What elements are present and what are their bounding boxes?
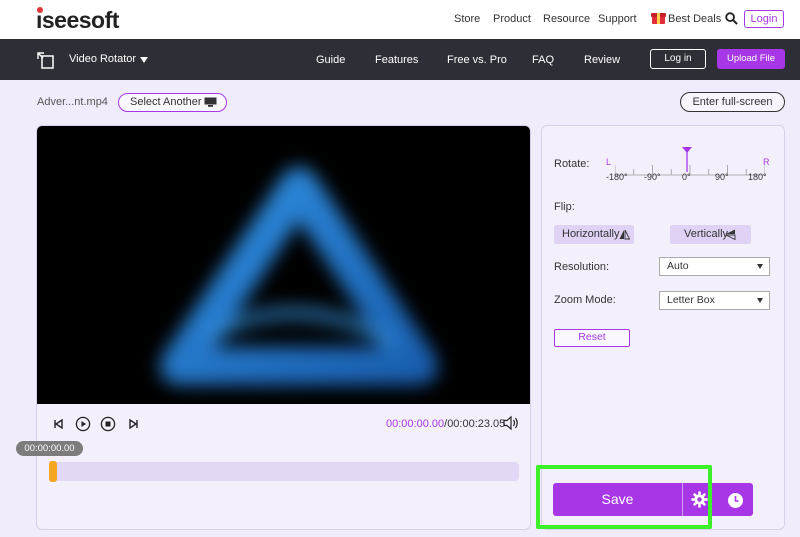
nav-product-link[interactable]: Product: [493, 13, 531, 25]
playhead-time-bubble: 00:00:00.00: [16, 441, 83, 456]
previous-frame-icon[interactable]: [51, 416, 67, 432]
flip-label: Flip:: [554, 201, 575, 213]
rotate-tick-minus180: -180°: [606, 172, 628, 182]
resolution-select[interactable]: Auto: [659, 257, 770, 276]
clock-icon: [728, 493, 743, 508]
resolution-label: Resolution:: [554, 261, 610, 273]
zoom-mode-value: Letter Box: [667, 294, 715, 306]
flip-horizontal-button[interactable]: Horizontally: [554, 225, 634, 244]
nav-support-link[interactable]: Support: [598, 13, 637, 25]
timeline-handle[interactable]: [49, 461, 57, 482]
chevron-down-icon: [757, 298, 763, 303]
best-deals-link[interactable]: Best Deals: [668, 13, 721, 25]
nav-features-link[interactable]: Features: [375, 54, 418, 66]
aiseesoft-logo[interactable]: ıaiseesoftseesoft: [36, 7, 119, 34]
nav-free-vs-pro-link[interactable]: Free vs. Pro: [447, 54, 507, 66]
chevron-down-icon: [757, 264, 763, 269]
volume-icon[interactable]: [502, 415, 520, 431]
rotate-tick-180: 180°: [748, 172, 767, 182]
nav-resource-link[interactable]: Resource: [543, 13, 590, 25]
nav-guide-link[interactable]: Guide: [316, 54, 345, 66]
nav-store-link[interactable]: Store: [454, 13, 480, 25]
enter-fullscreen-button[interactable]: Enter full-screen: [680, 92, 785, 112]
login-button[interactable]: Login: [744, 10, 784, 28]
resolution-value: Auto: [667, 260, 689, 272]
settings-panel: Rotate: L R -180° -90° 0° 90° 180° Flip:…: [536, 125, 785, 530]
history-button[interactable]: [719, 485, 752, 516]
rotate-tick-minus90: -90°: [644, 172, 661, 182]
flip-vertical-label: Vertically: [684, 228, 729, 240]
file-name: Adver...nt.mp4: [37, 96, 108, 108]
current-time: 00:00:00.00: [386, 418, 445, 430]
upload-file-button[interactable]: Upload File: [717, 49, 785, 69]
tool-dropdown-icon[interactable]: [140, 57, 148, 63]
timeline-track[interactable]: [49, 462, 519, 481]
gift-icon: [651, 11, 666, 24]
rotate-tool-icon: [37, 52, 54, 69]
flip-horizontal-label: Horizontally: [562, 228, 620, 240]
top-navigation: ıaiseesoftseesoft Store Product Resource…: [0, 0, 800, 39]
toolbar-login-button[interactable]: Log in: [650, 49, 706, 69]
next-frame-icon[interactable]: [125, 416, 141, 432]
reset-button[interactable]: Reset: [554, 329, 630, 347]
flip-vertical-icon: [725, 229, 736, 240]
rotate-tick-0: 0°: [682, 172, 691, 182]
timecode: 00:00:00.00/00:00:23.05: [386, 418, 505, 430]
rotate-label: Rotate:: [554, 158, 590, 170]
search-icon[interactable]: [725, 12, 738, 25]
player-panel: 00:00:00.00/00:00:23.05 00:00:00.00: [16, 125, 531, 530]
video-preview[interactable]: [37, 126, 530, 404]
tool-name[interactable]: Video Rotator: [69, 53, 136, 65]
rotate-tick-90: 90°: [715, 172, 729, 182]
tool-bar: Video Rotator Guide Features Free vs. Pr…: [0, 39, 800, 80]
rotate-left-label: L: [606, 157, 612, 167]
total-time: 00:00:23.05: [447, 418, 506, 430]
play-icon[interactable]: [75, 416, 91, 432]
video-frame-image: [160, 167, 438, 385]
flip-vertical-button[interactable]: Vertically: [670, 225, 751, 244]
zoom-mode-label: Zoom Mode:: [554, 294, 616, 306]
zoom-mode-select[interactable]: Letter Box: [659, 291, 770, 310]
flip-horizontal-icon: [619, 229, 630, 240]
save-highlight-box: [536, 465, 712, 529]
monitor-icon: [204, 97, 217, 107]
stop-icon[interactable]: [100, 416, 116, 432]
select-another-label: Select Another: [130, 96, 202, 108]
nav-faq-link[interactable]: FAQ: [532, 54, 554, 66]
rotate-slider-thumb[interactable]: [681, 145, 693, 173]
nav-review-link[interactable]: Review: [584, 54, 620, 66]
select-another-button[interactable]: Select Another: [118, 93, 227, 112]
